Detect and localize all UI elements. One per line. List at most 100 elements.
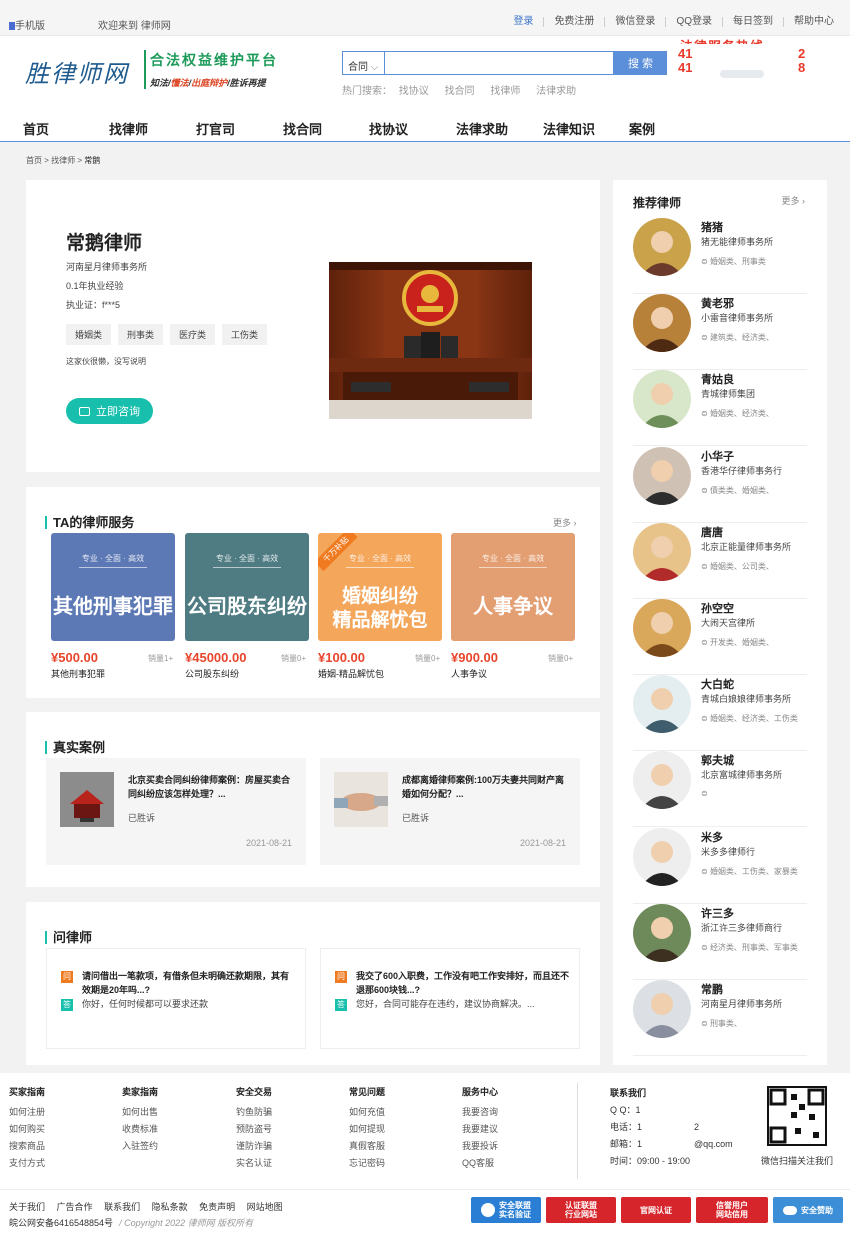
question-text[interactable]: 请问借出一笔款项，有借条但未明确还款期限，其有效期是20年吗...? <box>82 969 297 997</box>
hot-search-item[interactable]: 找协议 <box>399 86 429 97</box>
lawyer-name[interactable]: 常鹏 <box>701 981 723 997</box>
lawyer-card[interactable]: 青姑良 青城律师集团 ⊜ 婚姻类、经济类、 <box>633 370 807 447</box>
daily-checkin-link[interactable]: 每日签到 <box>723 17 784 27</box>
footer-link[interactable]: 我要咨询 <box>462 1104 498 1121</box>
footer-link[interactable]: 搜索商品 <box>9 1138 45 1155</box>
lawyer-name[interactable]: 小华子 <box>701 448 734 464</box>
ads-link[interactable]: 广告合作 <box>57 1202 93 1212</box>
sponsor-badge[interactable]: 安全赞助 <box>773 1197 843 1223</box>
lawyer-card[interactable]: 米多 米多多律师行 ⊜ 婚姻类、工伤类、家暴类 <box>633 827 807 904</box>
footer-link[interactable]: 如何提现 <box>349 1121 385 1138</box>
nav-cases[interactable]: 案例 <box>629 119 655 138</box>
lawyer-avatar[interactable] <box>633 446 691 505</box>
footer-link[interactable]: 忘记密码 <box>349 1155 385 1172</box>
footer-link[interactable]: 如何注册 <box>9 1104 45 1121</box>
hot-search-item[interactable]: 找律师 <box>490 86 520 97</box>
case-card[interactable]: 成都离婚律师案例:100万夫妻共同财产离婚如何分配？... 已胜诉 2021-0… <box>320 758 580 865</box>
nav-home[interactable]: 首页 <box>23 119 49 138</box>
lawyer-avatar[interactable] <box>633 599 691 657</box>
footer-link[interactable]: 如何出售 <box>122 1104 158 1121</box>
site-logo[interactable]: 胜律师网 <box>25 54 129 89</box>
privacy-link[interactable]: 隐私条款 <box>152 1202 188 1212</box>
service-name[interactable]: 其他刑事犯罪 <box>51 667 105 680</box>
case-card[interactable]: 北京买卖合同纠纷律师案例：房屋买卖合同纠纷应该怎样处理？... 已胜诉 2021… <box>46 758 306 865</box>
footer-link[interactable]: 钓鱼防骗 <box>236 1104 272 1121</box>
lawyer-avatar[interactable] <box>633 827 691 886</box>
nav-legal-knowledge[interactable]: 法律知识 <box>543 119 595 138</box>
qa-card[interactable]: 问 请问借出一笔款项，有借条但未明确还款期限，其有效期是20年吗...? 答 你… <box>46 948 306 1049</box>
search-category-select[interactable]: 合同 ⌵ <box>342 51 384 75</box>
certification-badge[interactable]: 认证联盟 行业网站 <box>546 1197 616 1223</box>
footer-link[interactable]: 谨防诈骗 <box>236 1138 272 1155</box>
lawyer-card[interactable]: 猪猪 猪无能律师事务所 ⊜ 婚姻类、刑事类 <box>633 218 807 294</box>
service-card[interactable]: 专业 · 全面 · 高效 婚姻纠纷 精品解忧包 千万补贴 <box>318 533 442 641</box>
lawyer-card[interactable]: 许三多 浙江许三多律师商行 ⊜ 经济类、刑事类、军事类 <box>633 903 807 980</box>
lawyer-name[interactable]: 猪猪 <box>701 219 723 235</box>
nav-contracts[interactable]: 找合同 <box>283 119 322 138</box>
lawyer-avatar[interactable] <box>633 218 691 276</box>
footer-link[interactable]: 真假客服 <box>349 1138 385 1155</box>
footer-link[interactable]: 如何充值 <box>349 1104 385 1121</box>
nav-lawsuit[interactable]: 打官司 <box>196 119 235 138</box>
service-card[interactable]: 专业 · 全面 · 高效 人事争议 <box>451 533 575 641</box>
lawyer-card[interactable]: 黄老邪 小雷音律师事务所 ⊜ 建筑类、经济类、 <box>633 294 807 371</box>
help-center-link[interactable]: 帮助中心 <box>784 17 844 27</box>
nav-find-lawyer[interactable]: 找律师 <box>109 119 148 138</box>
lawyer-card[interactable]: 小华子 香港华仔律师事务行 ⊜ 債类类、婚姻类、 <box>633 446 807 523</box>
lawyer-name[interactable]: 米多 <box>701 829 723 845</box>
lawyer-name[interactable]: 唐唐 <box>701 524 723 540</box>
lawyer-name[interactable]: 青姑良 <box>701 371 734 387</box>
footer-link[interactable]: 我要投诉 <box>462 1138 498 1155</box>
breadcrumb-find-lawyer[interactable]: 找律师 <box>51 156 75 165</box>
lawyer-avatar[interactable] <box>633 522 691 581</box>
breadcrumb-home[interactable]: 首页 <box>26 156 42 165</box>
login-link[interactable]: 登录 <box>503 17 545 27</box>
footer-link[interactable]: 支付方式 <box>9 1155 45 1172</box>
contact-link[interactable]: 联系我们 <box>104 1202 140 1212</box>
question-text[interactable]: 我交了600入职费，工作没有吧工作安排好，而且还不退那600块钱...? <box>356 969 571 997</box>
sidebar-more-link[interactable]: 更多 › <box>782 194 806 207</box>
lawyer-avatar[interactable] <box>633 751 691 810</box>
service-name[interactable]: 公司股东纠纷 <box>185 667 239 680</box>
service-card[interactable]: 专业 · 全面 · 高效 其他刑事犯罪 <box>51 533 175 641</box>
footer-link[interactable]: 预防盗号 <box>236 1121 272 1138</box>
qa-card[interactable]: 问 我交了600入职费，工作没有吧工作安排好，而且还不退那600块钱...? 答… <box>320 948 580 1049</box>
about-link[interactable]: 关于我们 <box>9 1202 45 1212</box>
footer-link[interactable]: 收费标准 <box>122 1121 158 1138</box>
search-button[interactable]: 搜 索 <box>614 51 667 75</box>
lawyer-card[interactable]: 唐唐 北京正能量律师事务所 ⊜ 婚姻类、公司类、 <box>633 522 807 599</box>
lawyer-name[interactable]: 孙空空 <box>701 600 734 616</box>
footer-link[interactable]: 我要建议 <box>462 1121 498 1138</box>
search-input[interactable] <box>384 51 614 75</box>
nav-agreements[interactable]: 找协议 <box>369 119 408 138</box>
lawyer-avatar[interactable] <box>633 903 691 962</box>
services-more-link[interactable]: 更多 › <box>553 516 577 529</box>
sitemap-link[interactable]: 网站地图 <box>247 1202 283 1212</box>
wechat-login-link[interactable]: 微信登录 <box>605 17 667 27</box>
lawyer-card[interactable]: 常鹏 河南星月律师事务所 ⊜ 刑事类、 <box>633 980 807 1056</box>
lawyer-name[interactable]: 大白蛇 <box>701 676 734 692</box>
lawyer-card[interactable]: 大白蛇 青城白娘娘律师事务所 ⊜ 婚姻类、经济类、工伤类 <box>633 675 807 752</box>
footer-link[interactable]: 如何购买 <box>9 1121 45 1138</box>
footer-link[interactable]: 入驻签约 <box>122 1138 158 1155</box>
mobile-version-link[interactable]: 手机版 <box>9 17 45 32</box>
case-title[interactable]: 北京买卖合同纠纷律师案例：房屋买卖合同纠纷应该怎样处理？... <box>128 773 293 801</box>
hot-search-item[interactable]: 找合同 <box>445 86 475 97</box>
lawyer-name[interactable]: 黄老邪 <box>701 295 734 311</box>
footer-link[interactable]: 实名认证 <box>236 1155 272 1172</box>
footer-link[interactable]: QQ客服 <box>462 1155 498 1172</box>
security-badge[interactable]: 安全联盟 实名验证 <box>471 1197 541 1223</box>
service-card[interactable]: 专业 · 全面 · 高效 公司股东纠纷 <box>185 533 309 641</box>
register-link[interactable]: 免费注册 <box>544 17 606 27</box>
case-title[interactable]: 成都离婚律师案例:100万夫妻共同财产离婚如何分配？... <box>402 773 567 801</box>
lawyer-avatar[interactable] <box>633 675 691 734</box>
hot-search-item[interactable]: 法律求助 <box>536 86 576 97</box>
lawyer-card[interactable]: 郭夫城 北京富城律师事务所 ⊜ <box>633 751 807 828</box>
lawyer-card[interactable]: 孙空空 大闹天宫律所 ⊜ 开发类、婚姻类、 <box>633 599 807 675</box>
consult-button[interactable]: 立即咨询 <box>66 398 153 424</box>
service-name[interactable]: 婚姻-精品解忧包 <box>318 667 384 680</box>
service-name[interactable]: 人事争议 <box>451 667 487 680</box>
lawyer-avatar[interactable] <box>633 370 691 429</box>
nav-legal-help[interactable]: 法律求助 <box>456 119 508 138</box>
official-badge[interactable]: 官网认证 <box>621 1197 691 1223</box>
